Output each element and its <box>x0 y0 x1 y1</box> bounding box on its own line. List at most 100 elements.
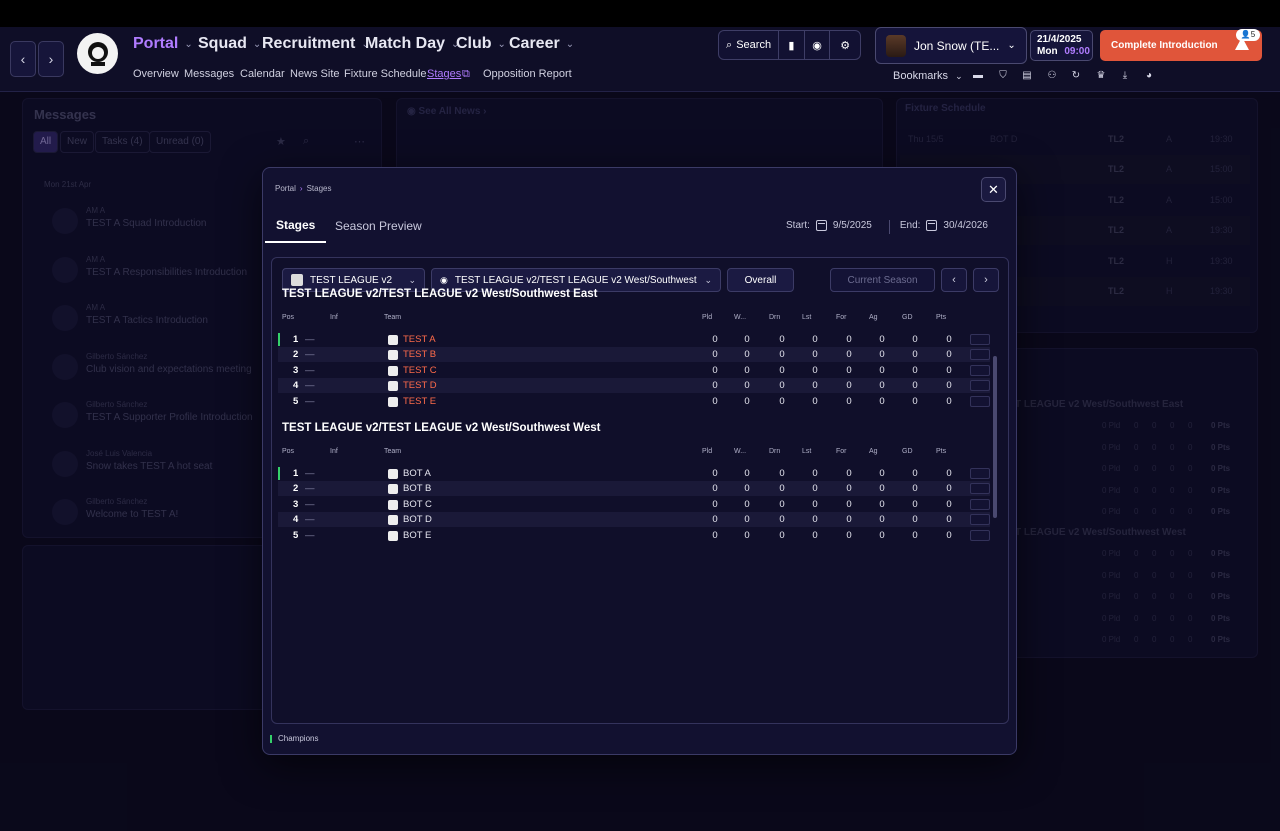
row-team-name[interactable]: BOT C <box>403 499 432 510</box>
row-form-indicator: — <box>305 334 315 345</box>
column-header: Drn <box>769 314 781 321</box>
table-row[interactable]: 4 — BOT D 0 0 0 0 0 0 0 0 <box>278 512 990 528</box>
date-box[interactable]: 21/4/2025 Mon 09:00 <box>1030 30 1093 61</box>
table-row[interactable]: 2 — TEST B 0 0 0 0 0 0 0 0 <box>278 347 990 363</box>
close-button[interactable]: ✕ <box>981 177 1006 202</box>
row-stat: 0 <box>779 380 785 392</box>
tactics-icon[interactable]: ⚇ <box>1045 69 1059 83</box>
row-stat: 0 <box>946 498 952 510</box>
calendar-icon <box>926 220 938 231</box>
chevron-down-icon: ⌄ <box>184 38 193 50</box>
row-stat: 0 <box>744 529 750 541</box>
column-header: Team <box>384 448 402 455</box>
row-team-name[interactable]: BOT B <box>403 483 431 494</box>
back-button[interactable]: ‹ <box>10 41 36 77</box>
table-row[interactable]: 1 — TEST A 0 0 0 0 0 0 0 0 <box>278 332 990 347</box>
row-stat: 0 <box>779 364 785 376</box>
nav-match-day[interactable]: Match Day ⌄ <box>365 35 459 53</box>
tab-stages[interactable]: Stages <box>276 218 315 232</box>
subnav-news-site[interactable]: News Site <box>290 68 340 80</box>
column-header: GD <box>902 314 913 321</box>
row-stat: 0 <box>912 380 918 392</box>
current-season-button[interactable]: Current Season <box>830 268 935 292</box>
search-button[interactable]: ⌕ Search <box>719 31 780 59</box>
row-stat: 0 <box>846 380 852 392</box>
row-position: 2 <box>293 483 299 495</box>
row-form-indicator: — <box>305 483 315 495</box>
bookmark-button[interactable]: ▮ <box>779 31 805 59</box>
row-stat: 0 <box>712 364 718 376</box>
subnav-calendar[interactable]: Calendar <box>240 68 285 80</box>
row-team-name[interactable]: TEST E <box>403 396 436 407</box>
trophy-icon[interactable]: ♛ <box>1094 69 1108 83</box>
scrollbar[interactable] <box>993 356 997 518</box>
close-icon: ✕ <box>988 182 999 197</box>
stages-table-container: TEST LEAGUE v2 ⌄ ◉ TEST LEAGUE v2/TEST L… <box>271 257 1009 724</box>
nav-career[interactable]: Career ⌄ <box>509 35 574 53</box>
row-form-indicator: — <box>305 349 315 361</box>
subnav-messages[interactable]: Messages <box>184 68 234 80</box>
row-team-name[interactable]: TEST B <box>403 349 436 360</box>
row-position: 1 <box>293 334 299 345</box>
refresh-icon[interactable]: ↻ <box>1069 69 1083 83</box>
club-icon[interactable]: ◕ <box>1142 69 1156 83</box>
subnav-fixture-schedule[interactable]: Fixture Schedule <box>344 68 427 80</box>
row-form-indicator: — <box>305 468 315 479</box>
row-stat: 0 <box>812 468 818 479</box>
shirt-icon[interactable]: ⛉ <box>996 69 1010 83</box>
globe-button[interactable]: ◉ <box>805 31 831 59</box>
eye-icon: ◉ <box>440 274 448 285</box>
row-team-name[interactable]: TEST C <box>403 365 437 376</box>
download-icon[interactable]: ⤓ <box>1118 69 1132 83</box>
nav-squad[interactable]: Squad ⌄ <box>198 35 261 53</box>
row-team-name[interactable]: BOT D <box>403 514 432 525</box>
club-logo[interactable] <box>77 33 118 74</box>
row-stat: 0 <box>779 529 785 541</box>
row-stat: 0 <box>879 483 885 495</box>
lion-crest-icon <box>87 41 108 66</box>
row-form-indicator: — <box>305 395 315 407</box>
row-stat: 0 <box>744 468 750 479</box>
profile-button[interactable]: Jon Snow (TE... ⌄ <box>875 27 1027 64</box>
table-row[interactable]: 1 — BOT A 0 0 0 0 0 0 0 0 <box>278 466 990 481</box>
nav-club[interactable]: Club ⌄ <box>456 35 506 53</box>
table-row[interactable]: 5 — TEST E 0 0 0 0 0 0 0 0 <box>278 394 990 409</box>
next-season-button[interactable]: › <box>973 268 999 292</box>
table-row[interactable]: 3 — BOT C 0 0 0 0 0 0 0 0 <box>278 497 990 512</box>
table-row[interactable]: 2 — BOT B 0 0 0 0 0 0 0 0 <box>278 481 990 497</box>
nav-match-day-label: Match Day <box>365 35 446 52</box>
row-stat: 0 <box>912 395 918 407</box>
subnav-overview[interactable]: Overview <box>133 68 179 80</box>
settings-button[interactable]: ⚙ <box>830 31 860 59</box>
toolbar: ⌕ Search ▮ ◉ ⚙ <box>718 30 861 60</box>
subnav-opposition-report[interactable]: Opposition Report <box>483 68 572 80</box>
tab-season-preview[interactable]: Season Preview <box>335 219 422 233</box>
forward-button[interactable]: › <box>38 41 64 77</box>
nav-portal[interactable]: Portal ⌄ <box>133 35 193 53</box>
start-date: 9/5/2025 <box>832 220 872 231</box>
table-row[interactable]: 4 — TEST D 0 0 0 0 0 0 0 0 <box>278 378 990 394</box>
subnav-stages[interactable]: Stages <box>427 68 461 80</box>
breadcrumb-portal[interactable]: Portal <box>275 184 296 193</box>
row-team-name[interactable]: BOT E <box>403 530 431 541</box>
bookmarks-label: Bookmarks <box>893 70 949 82</box>
previous-season-button[interactable]: ‹ <box>941 268 967 292</box>
row-team-name[interactable]: TEST A <box>403 334 436 345</box>
notification-badge[interactable]: 👤5 <box>1236 29 1260 41</box>
row-team-name[interactable]: TEST D <box>403 380 437 391</box>
league-select-value: TEST LEAGUE v2 <box>310 274 393 286</box>
table-row[interactable]: 3 — TEST C 0 0 0 0 0 0 0 0 <box>278 363 990 378</box>
nav-recruitment[interactable]: Recruitment ⌄ <box>262 35 370 53</box>
chat-icon[interactable]: ▬ <box>971 69 985 83</box>
row-team-name[interactable]: BOT A <box>403 468 431 479</box>
overall-button[interactable]: Overall <box>727 268 794 292</box>
clipboard-icon[interactable]: ▤ <box>1020 69 1034 83</box>
row-stat: 0 <box>779 349 785 361</box>
row-form-box <box>970 529 990 541</box>
row-form-box <box>970 514 990 526</box>
table-row[interactable]: 5 — BOT E 0 0 0 0 0 0 0 0 <box>278 528 990 543</box>
bookmarks-dropdown[interactable]: Bookmarks ⌄ <box>893 70 963 82</box>
globe-icon: ◉ <box>812 39 822 52</box>
column-header: Pld <box>702 314 713 321</box>
team-crest-icon <box>388 530 398 541</box>
